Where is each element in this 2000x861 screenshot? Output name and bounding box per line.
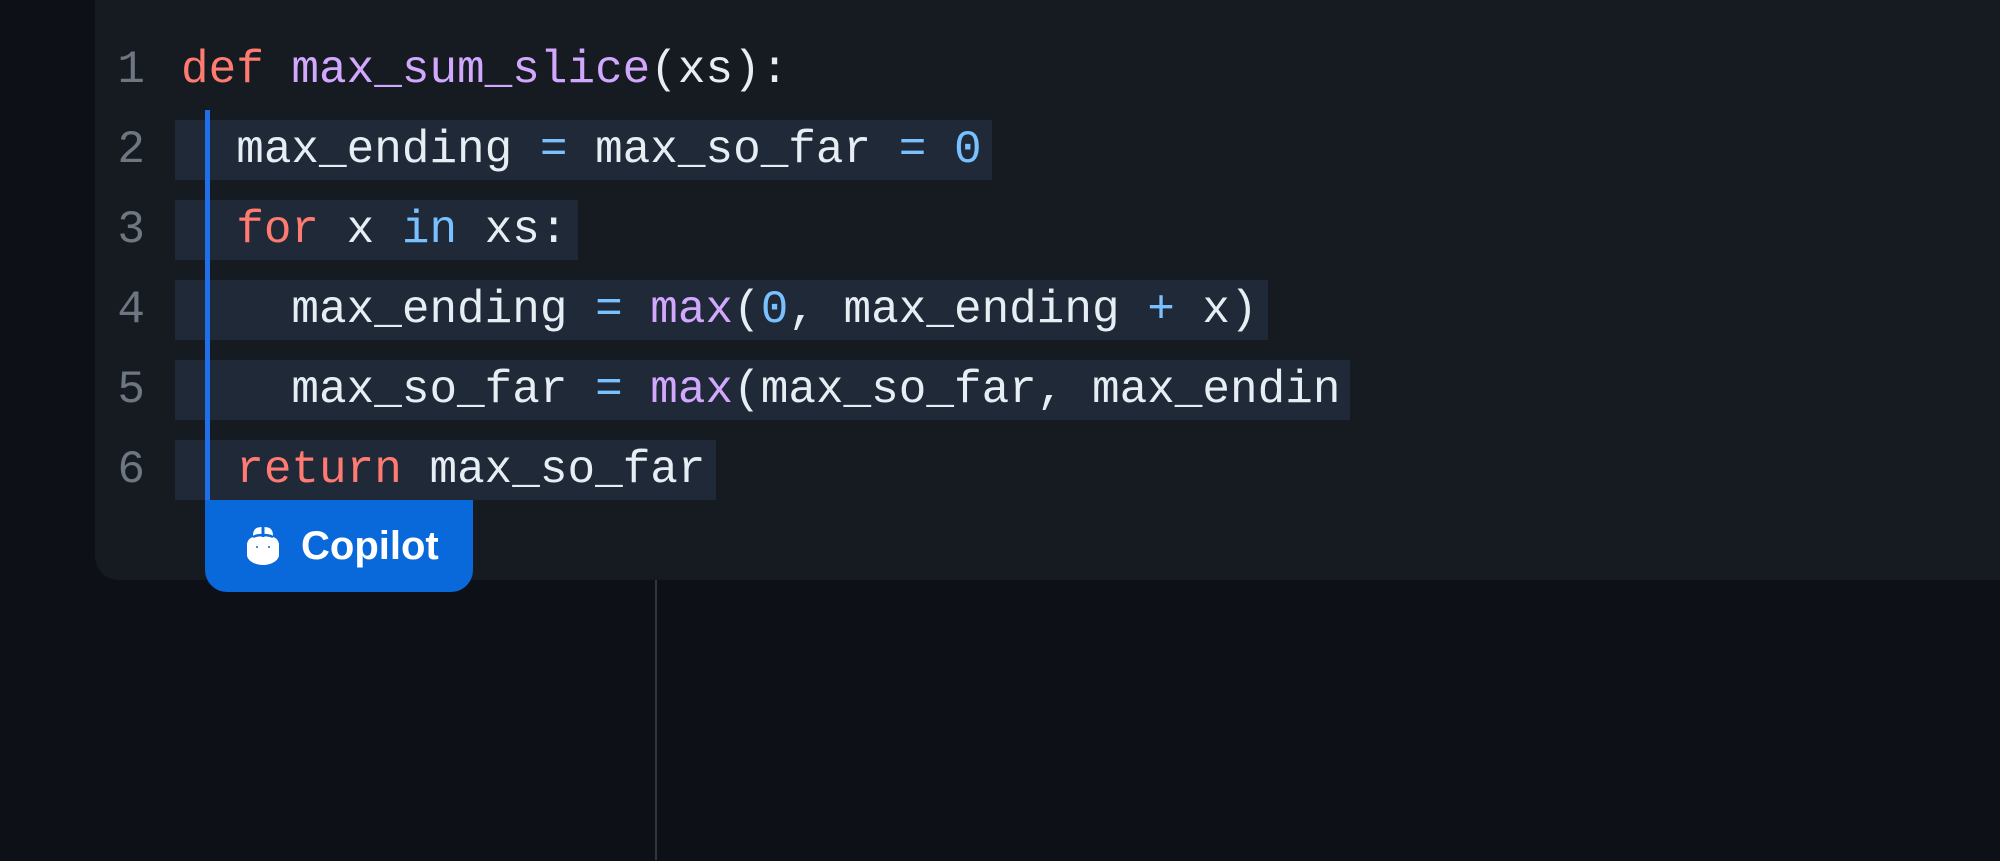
code-token: in [402,204,457,256]
code-token: max [650,364,733,416]
code-token: = [595,284,623,336]
code-token: x [1175,284,1230,336]
code-token: max_sum_slice [291,44,650,96]
code-token: , [788,284,816,336]
code-token [623,284,651,336]
copilot-icon [239,522,287,570]
code-line[interactable]: 1def max_sum_slice(xs): [95,30,2000,110]
code-token: ) [1230,284,1258,336]
code-token: max_so_far [567,124,898,176]
code-line[interactable]: 5 max_so_far = max(max_so_far, max_endin [95,350,2000,430]
code-line[interactable]: 6 return max_so_far [95,430,2000,510]
code-token: max_ending [181,124,540,176]
copilot-label: Copilot [301,524,439,569]
code-token: max [650,284,733,336]
code-token: 0 [761,284,789,336]
code-token: = [899,124,927,176]
code-token: return [236,444,402,496]
line-number: 4 [95,284,175,336]
code-token: : [761,44,789,96]
code-token: max_ending [816,284,1147,336]
code-token: xs [678,44,733,96]
code-content[interactable]: def max_sum_slice(xs): [175,30,798,110]
code-token: = [595,364,623,416]
code-token: x [319,204,402,256]
code-token: max_endin [1064,364,1340,416]
code-token [623,364,651,416]
code-token: for [236,204,319,256]
code-token: def [181,44,291,96]
code-token: : [540,204,568,256]
code-token: + [1147,284,1175,336]
code-content[interactable]: for x in xs: [175,190,578,270]
code-token: = [540,124,568,176]
line-number: 5 [95,364,175,416]
code-line[interactable]: 4 max_ending = max(0, max_ending + x) [95,270,2000,350]
code-content[interactable]: return max_so_far [175,430,716,510]
code-editor[interactable]: 1def max_sum_slice(xs):2 max_ending = ma… [95,0,2000,580]
line-number: 2 [95,124,175,176]
code-token [926,124,954,176]
code-token: ( [733,284,761,336]
line-number: 3 [95,204,175,256]
code-token: max_so_far [402,444,706,496]
code-token: ) [733,44,761,96]
code-line[interactable]: 2 max_ending = max_so_far = 0 [95,110,2000,190]
code-line[interactable]: 3 for x in xs: [95,190,2000,270]
line-number: 1 [95,44,175,96]
code-content[interactable]: max_so_far = max(max_so_far, max_endin [175,350,1350,430]
code-content[interactable]: max_ending = max(0, max_ending + x) [175,270,1268,350]
suggestion-indicator [205,110,210,510]
vertical-divider [655,580,657,860]
code-content[interactable]: max_ending = max_so_far = 0 [175,110,992,190]
code-token: xs [457,204,540,256]
code-token: 0 [954,124,982,176]
line-number: 6 [95,444,175,496]
code-token: ( [650,44,678,96]
code-token: max_ending [181,284,595,336]
code-token: max_so_far [761,364,1037,416]
code-token: max_so_far [181,364,595,416]
code-token: ( [733,364,761,416]
code-token: , [1037,364,1065,416]
copilot-badge[interactable]: Copilot [205,500,473,592]
